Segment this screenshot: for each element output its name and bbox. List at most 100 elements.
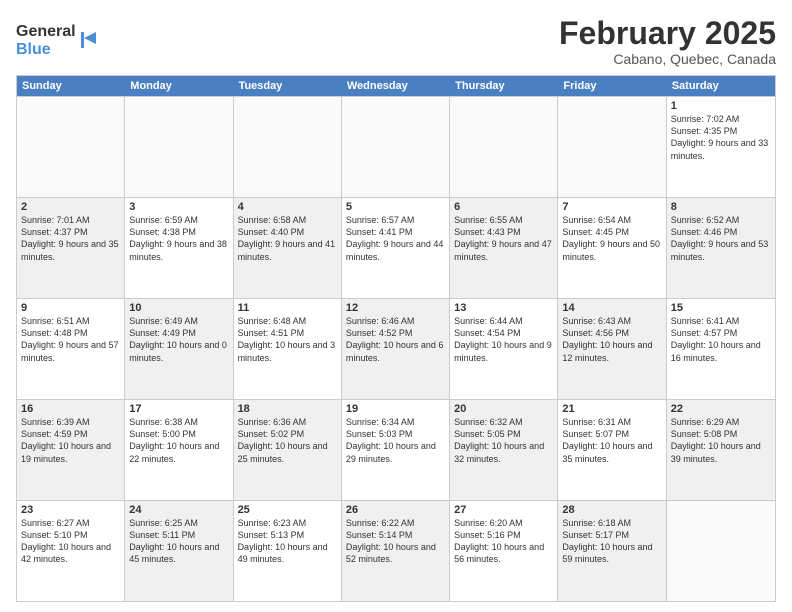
calendar-cell-4-3: 26Sunrise: 6:22 AM Sunset: 5:14 PM Dayli…: [342, 501, 450, 601]
calendar-cell-2-5: 14Sunrise: 6:43 AM Sunset: 4:56 PM Dayli…: [558, 299, 666, 399]
cell-info: Sunrise: 6:32 AM Sunset: 5:05 PM Dayligh…: [454, 416, 553, 465]
cell-info: Sunrise: 6:48 AM Sunset: 4:51 PM Dayligh…: [238, 315, 337, 364]
cell-info: Sunrise: 6:29 AM Sunset: 5:08 PM Dayligh…: [671, 416, 771, 465]
calendar-body: 1Sunrise: 7:02 AM Sunset: 4:35 PM Daylig…: [17, 96, 775, 601]
day-number: 8: [671, 201, 771, 213]
day-number: 3: [129, 201, 228, 213]
calendar-cell-1-6: 8Sunrise: 6:52 AM Sunset: 4:46 PM Daylig…: [667, 198, 775, 298]
day-number: 13: [454, 302, 553, 314]
header: General Blue February 2025 Cabano, Quebe…: [16, 16, 776, 67]
cell-info: Sunrise: 6:55 AM Sunset: 4:43 PM Dayligh…: [454, 214, 553, 263]
calendar-cell-3-6: 22Sunrise: 6:29 AM Sunset: 5:08 PM Dayli…: [667, 400, 775, 500]
calendar-cell-1-4: 6Sunrise: 6:55 AM Sunset: 4:43 PM Daylig…: [450, 198, 558, 298]
calendar-row-4: 23Sunrise: 6:27 AM Sunset: 5:10 PM Dayli…: [17, 500, 775, 601]
calendar-cell-4-0: 23Sunrise: 6:27 AM Sunset: 5:10 PM Dayli…: [17, 501, 125, 601]
logo: General Blue: [16, 16, 116, 60]
day-number: 28: [562, 504, 661, 516]
logo-svg: General Blue: [16, 16, 116, 60]
calendar-cell-4-6: [667, 501, 775, 601]
calendar-cell-0-5: [558, 97, 666, 197]
day-number: 26: [346, 504, 445, 516]
header-day-monday: Monday: [125, 76, 233, 96]
cell-info: Sunrise: 6:36 AM Sunset: 5:02 PM Dayligh…: [238, 416, 337, 465]
cell-info: Sunrise: 6:49 AM Sunset: 4:49 PM Dayligh…: [129, 315, 228, 364]
calendar-cell-2-0: 9Sunrise: 6:51 AM Sunset: 4:48 PM Daylig…: [17, 299, 125, 399]
header-day-thursday: Thursday: [450, 76, 558, 96]
day-number: 23: [21, 504, 120, 516]
cell-info: Sunrise: 6:39 AM Sunset: 4:59 PM Dayligh…: [21, 416, 120, 465]
header-day-tuesday: Tuesday: [234, 76, 342, 96]
cell-info: Sunrise: 6:38 AM Sunset: 5:00 PM Dayligh…: [129, 416, 228, 465]
cell-info: Sunrise: 6:57 AM Sunset: 4:41 PM Dayligh…: [346, 214, 445, 263]
day-number: 17: [129, 403, 228, 415]
day-number: 5: [346, 201, 445, 213]
day-number: 21: [562, 403, 661, 415]
calendar-row-0: 1Sunrise: 7:02 AM Sunset: 4:35 PM Daylig…: [17, 96, 775, 197]
day-number: 15: [671, 302, 771, 314]
day-number: 10: [129, 302, 228, 314]
calendar-cell-0-1: [125, 97, 233, 197]
page: General Blue February 2025 Cabano, Quebe…: [0, 0, 792, 612]
calendar: SundayMondayTuesdayWednesdayThursdayFrid…: [16, 75, 776, 602]
calendar-cell-3-0: 16Sunrise: 6:39 AM Sunset: 4:59 PM Dayli…: [17, 400, 125, 500]
calendar-cell-2-2: 11Sunrise: 6:48 AM Sunset: 4:51 PM Dayli…: [234, 299, 342, 399]
header-day-friday: Friday: [558, 76, 666, 96]
calendar-cell-1-5: 7Sunrise: 6:54 AM Sunset: 4:45 PM Daylig…: [558, 198, 666, 298]
calendar-cell-3-3: 19Sunrise: 6:34 AM Sunset: 5:03 PM Dayli…: [342, 400, 450, 500]
day-number: 20: [454, 403, 553, 415]
cell-info: Sunrise: 6:23 AM Sunset: 5:13 PM Dayligh…: [238, 517, 337, 566]
cell-info: Sunrise: 6:43 AM Sunset: 4:56 PM Dayligh…: [562, 315, 661, 364]
day-number: 27: [454, 504, 553, 516]
header-day-saturday: Saturday: [667, 76, 775, 96]
cell-info: Sunrise: 6:27 AM Sunset: 5:10 PM Dayligh…: [21, 517, 120, 566]
day-number: 24: [129, 504, 228, 516]
calendar-cell-3-4: 20Sunrise: 6:32 AM Sunset: 5:05 PM Dayli…: [450, 400, 558, 500]
cell-info: Sunrise: 6:18 AM Sunset: 5:17 PM Dayligh…: [562, 517, 661, 566]
day-number: 2: [21, 201, 120, 213]
day-number: 18: [238, 403, 337, 415]
calendar-cell-0-0: [17, 97, 125, 197]
cell-info: Sunrise: 6:54 AM Sunset: 4:45 PM Dayligh…: [562, 214, 661, 263]
header-day-wednesday: Wednesday: [342, 76, 450, 96]
svg-text:Blue: Blue: [16, 41, 51, 58]
day-number: 16: [21, 403, 120, 415]
calendar-row-1: 2Sunrise: 7:01 AM Sunset: 4:37 PM Daylig…: [17, 197, 775, 298]
month-title: February 2025: [559, 16, 776, 51]
cell-info: Sunrise: 6:59 AM Sunset: 4:38 PM Dayligh…: [129, 214, 228, 263]
location: Cabano, Quebec, Canada: [559, 51, 776, 67]
calendar-cell-2-4: 13Sunrise: 6:44 AM Sunset: 4:54 PM Dayli…: [450, 299, 558, 399]
day-number: 9: [21, 302, 120, 314]
cell-info: Sunrise: 6:46 AM Sunset: 4:52 PM Dayligh…: [346, 315, 445, 364]
calendar-cell-1-1: 3Sunrise: 6:59 AM Sunset: 4:38 PM Daylig…: [125, 198, 233, 298]
svg-text:General: General: [16, 23, 76, 40]
calendar-cell-4-1: 24Sunrise: 6:25 AM Sunset: 5:11 PM Dayli…: [125, 501, 233, 601]
calendar-cell-3-1: 17Sunrise: 6:38 AM Sunset: 5:00 PM Dayli…: [125, 400, 233, 500]
day-number: 19: [346, 403, 445, 415]
calendar-cell-3-5: 21Sunrise: 6:31 AM Sunset: 5:07 PM Dayli…: [558, 400, 666, 500]
cell-info: Sunrise: 7:02 AM Sunset: 4:35 PM Dayligh…: [671, 113, 771, 162]
calendar-cell-1-3: 5Sunrise: 6:57 AM Sunset: 4:41 PM Daylig…: [342, 198, 450, 298]
day-number: 14: [562, 302, 661, 314]
calendar-cell-4-5: 28Sunrise: 6:18 AM Sunset: 5:17 PM Dayli…: [558, 501, 666, 601]
calendar-cell-2-1: 10Sunrise: 6:49 AM Sunset: 4:49 PM Dayli…: [125, 299, 233, 399]
cell-info: Sunrise: 6:52 AM Sunset: 4:46 PM Dayligh…: [671, 214, 771, 263]
calendar-cell-3-2: 18Sunrise: 6:36 AM Sunset: 5:02 PM Dayli…: [234, 400, 342, 500]
cell-info: Sunrise: 6:51 AM Sunset: 4:48 PM Dayligh…: [21, 315, 120, 364]
calendar-cell-2-6: 15Sunrise: 6:41 AM Sunset: 4:57 PM Dayli…: [667, 299, 775, 399]
cell-info: Sunrise: 6:22 AM Sunset: 5:14 PM Dayligh…: [346, 517, 445, 566]
calendar-header: SundayMondayTuesdayWednesdayThursdayFrid…: [17, 76, 775, 96]
calendar-cell-4-4: 27Sunrise: 6:20 AM Sunset: 5:16 PM Dayli…: [450, 501, 558, 601]
calendar-row-2: 9Sunrise: 6:51 AM Sunset: 4:48 PM Daylig…: [17, 298, 775, 399]
day-number: 11: [238, 302, 337, 314]
calendar-cell-0-4: [450, 97, 558, 197]
calendar-cell-1-2: 4Sunrise: 6:58 AM Sunset: 4:40 PM Daylig…: [234, 198, 342, 298]
cell-info: Sunrise: 6:20 AM Sunset: 5:16 PM Dayligh…: [454, 517, 553, 566]
calendar-cell-0-2: [234, 97, 342, 197]
title-area: February 2025 Cabano, Quebec, Canada: [559, 16, 776, 67]
day-number: 25: [238, 504, 337, 516]
calendar-row-3: 16Sunrise: 6:39 AM Sunset: 4:59 PM Dayli…: [17, 399, 775, 500]
calendar-cell-0-6: 1Sunrise: 7:02 AM Sunset: 4:35 PM Daylig…: [667, 97, 775, 197]
cell-info: Sunrise: 6:41 AM Sunset: 4:57 PM Dayligh…: [671, 315, 771, 364]
cell-info: Sunrise: 6:31 AM Sunset: 5:07 PM Dayligh…: [562, 416, 661, 465]
cell-info: Sunrise: 6:34 AM Sunset: 5:03 PM Dayligh…: [346, 416, 445, 465]
